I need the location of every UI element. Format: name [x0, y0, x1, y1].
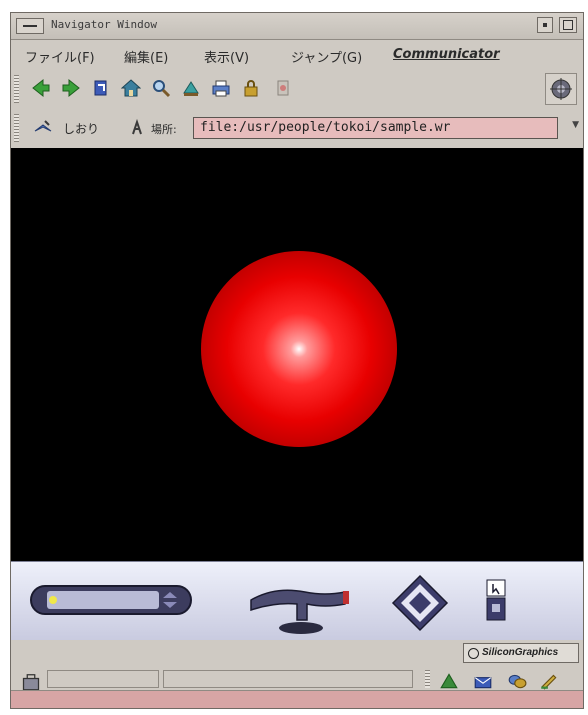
progress-field: [47, 670, 159, 688]
viewpoint-icon[interactable]: [481, 578, 517, 624]
location-input[interactable]: file:/usr/people/tokoi/sample.wr: [193, 117, 558, 139]
walk-tool-icon[interactable]: [245, 574, 355, 636]
branding-row: SiliconGraphics: [11, 640, 583, 666]
search-icon[interactable]: [151, 78, 171, 98]
location-grip[interactable]: [14, 114, 19, 142]
red-sphere: [201, 251, 397, 447]
location-label: 場所:: [151, 123, 177, 136]
forward-icon[interactable]: [61, 78, 81, 98]
bookmarks-label[interactable]: しおり: [63, 120, 99, 137]
sgi-logo-text: SiliconGraphics: [482, 647, 559, 658]
home-icon[interactable]: [121, 78, 141, 98]
menu-view[interactable]: 表示(V): [204, 47, 249, 66]
sgi-logo: SiliconGraphics: [463, 643, 579, 663]
status-bar: [11, 666, 583, 692]
status-text-field: [163, 670, 413, 688]
minimize-button[interactable]: [537, 17, 553, 33]
stop-icon[interactable]: [273, 78, 293, 98]
security-icon[interactable]: [241, 78, 261, 98]
print-icon[interactable]: [211, 78, 231, 98]
security-status-icon[interactable]: [21, 671, 40, 691]
discussion-component-icon[interactable]: [507, 671, 527, 689]
bottom-strip: [11, 690, 583, 708]
menu-bar: ファイル(F) 編集(E) 表示(V) ジャンプ(G) Communicator: [11, 40, 583, 70]
window-menu-button[interactable]: [16, 18, 44, 34]
navigator-window: Navigator Window ファイル(F) 編集(E) 表示(V) ジャン…: [10, 12, 584, 709]
sgi-cube-icon: [468, 648, 479, 659]
location-toolbar: しおり 場所: file:/usr/people/tokoi/sample.wr…: [11, 110, 583, 146]
page-proxy-icon[interactable]: [127, 118, 143, 135]
location-dropdown-icon[interactable]: ▼: [572, 120, 579, 130]
menu-file[interactable]: ファイル(F): [25, 47, 95, 66]
toolbar-grip[interactable]: [14, 75, 19, 103]
reload-icon[interactable]: [91, 78, 111, 98]
back-icon[interactable]: [31, 78, 51, 98]
slider-control-icon[interactable]: [25, 576, 207, 624]
window-title: Navigator Window: [51, 18, 157, 31]
navigator-component-icon[interactable]: [439, 671, 458, 689]
navigation-toolbar: [11, 71, 583, 107]
maximize-button[interactable]: [559, 17, 577, 33]
composer-component-icon[interactable]: [539, 671, 557, 690]
vrml-viewport[interactable]: [11, 148, 583, 561]
netscape-throbber[interactable]: [545, 73, 577, 105]
menu-go[interactable]: ジャンプ(G): [291, 47, 362, 66]
mail-component-icon[interactable]: [473, 671, 492, 689]
component-bar-grip[interactable]: [425, 670, 430, 688]
menu-edit[interactable]: 編集(E): [124, 47, 168, 66]
guide-icon[interactable]: [181, 78, 201, 98]
vrml-control-panel: [11, 561, 583, 640]
menu-communicator[interactable]: Communicator: [393, 47, 500, 62]
title-bar[interactable]: Navigator Window: [11, 13, 583, 40]
pan-diamond-icon[interactable]: [391, 574, 449, 632]
bookmark-icon[interactable]: [33, 117, 53, 137]
